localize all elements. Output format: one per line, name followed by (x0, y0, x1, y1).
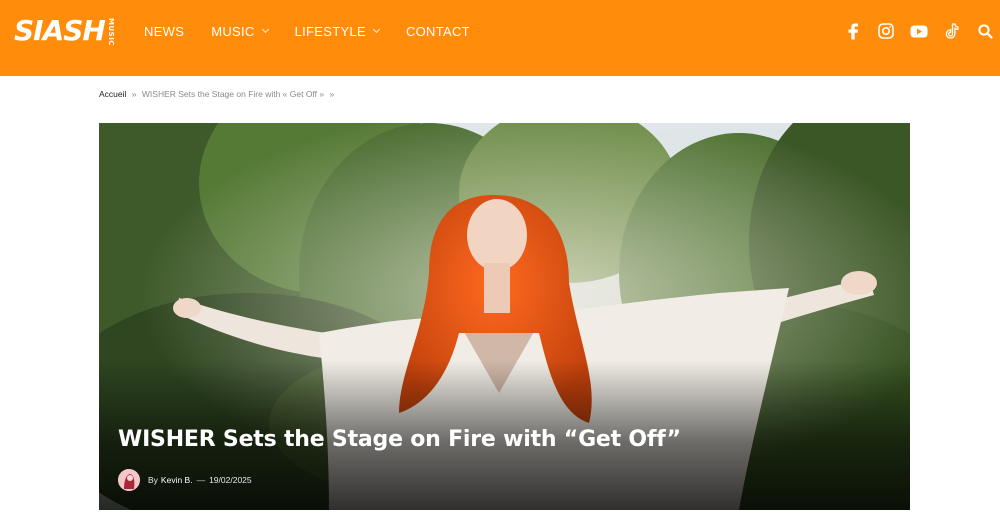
chevron-down-icon (261, 25, 269, 34)
meta-separator: — (196, 475, 206, 485)
main-nav: NEWS MUSIC LIFESTYLE CONTACT (144, 0, 497, 62)
site-header: SIASH MUSIC NEWS MUSIC LIFESTYLE CONTACT (0, 0, 1000, 76)
youtube-icon[interactable] (908, 20, 930, 42)
site-logo[interactable]: SIASH MUSIC (14, 14, 115, 48)
featured-article-hero[interactable]: WISHER Sets the Stage on Fire with “Get … (99, 123, 910, 510)
nav-item-music[interactable]: MUSIC (211, 23, 269, 39)
nav-item-label: NEWS (144, 23, 185, 39)
article-meta: By Kevin B. — 19/02/2025 (118, 469, 252, 491)
author-link[interactable]: Kevin B. (161, 475, 193, 485)
breadcrumb: Accueil » WISHER Sets the Stage on Fire … (99, 89, 337, 99)
instagram-icon[interactable] (875, 20, 897, 42)
nav-item-label: LIFESTYLE (294, 23, 366, 39)
breadcrumb-separator: » (329, 89, 335, 99)
logo-subtext: MUSIC (106, 18, 115, 46)
publish-date: 19/02/2025 (209, 475, 252, 485)
search-icon[interactable] (974, 20, 996, 42)
breadcrumb-home-link[interactable]: Accueil (99, 89, 126, 99)
article-title[interactable]: WISHER Sets the Stage on Fire with “Get … (118, 427, 681, 452)
logo-wordmark: SIASH (14, 14, 106, 47)
tiktok-icon[interactable] (941, 20, 963, 42)
breadcrumb-separator: » (131, 89, 137, 99)
nav-item-label: CONTACT (405, 23, 470, 39)
nav-item-news[interactable]: NEWS (144, 24, 184, 39)
author-avatar[interactable] (118, 469, 140, 491)
social-links (831, 20, 996, 42)
nav-item-contact[interactable]: CONTACT (406, 24, 470, 39)
breadcrumb-current: WISHER Sets the Stage on Fire with « Get… (141, 89, 325, 99)
facebook-icon[interactable] (842, 20, 864, 42)
chevron-down-icon (372, 25, 380, 34)
nav-item-label: MUSIC (211, 23, 255, 39)
byline-prefix: By (148, 475, 158, 485)
nav-item-lifestyle[interactable]: LIFESTYLE (294, 23, 380, 39)
